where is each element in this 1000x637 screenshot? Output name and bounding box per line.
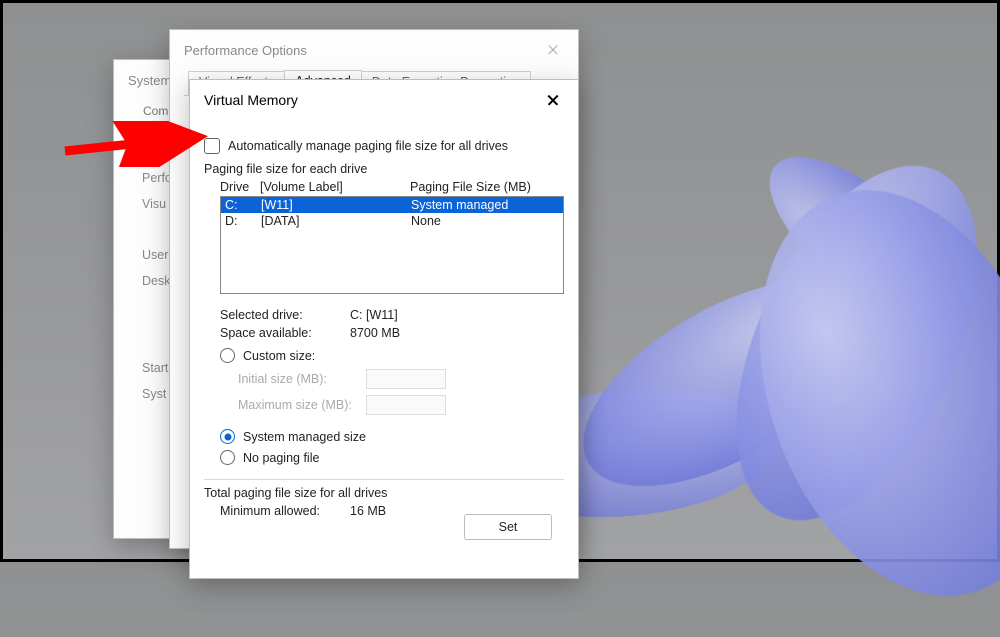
close-icon[interactable]	[538, 35, 568, 65]
space-available-value: 8700 MB	[350, 326, 564, 340]
custom-size-radio[interactable]	[220, 348, 235, 363]
space-available-label: Space available:	[220, 326, 350, 340]
min-allowed-label: Minimum allowed:	[220, 504, 350, 518]
maximum-size-label: Maximum size (MB):	[238, 398, 358, 412]
initial-size-input[interactable]	[366, 369, 446, 389]
set-button[interactable]: Set	[464, 514, 552, 540]
separator	[204, 479, 564, 480]
header-drive: Drive	[220, 180, 260, 194]
system-managed-label: System managed size	[243, 430, 366, 444]
custom-size-label: Custom size:	[243, 349, 315, 363]
drive-list-header: Drive [Volume Label] Paging File Size (M…	[220, 180, 564, 194]
drive-row-c[interactable]: C: [W11] System managed	[221, 197, 563, 213]
no-paging-label: No paging file	[243, 451, 319, 465]
selected-drive-label: Selected drive:	[220, 308, 350, 322]
window-title: Virtual Memory	[204, 92, 298, 108]
window-title: Performance Options	[184, 43, 307, 58]
drive-listbox[interactable]: C: [W11] System managed D: [DATA] None	[220, 196, 564, 294]
header-pfsize: Paging File Size (MB)	[410, 180, 564, 194]
maximum-size-input[interactable]	[366, 395, 446, 415]
auto-manage-label: Automatically manage paging file size fo…	[228, 139, 508, 153]
group-total: Total paging file size for all drives	[204, 486, 578, 500]
initial-size-label: Initial size (MB):	[238, 372, 358, 386]
system-managed-radio[interactable]	[220, 429, 235, 444]
selected-drive-value: C: [W11]	[350, 308, 564, 322]
auto-manage-checkbox[interactable]	[204, 138, 220, 154]
no-paging-radio[interactable]	[220, 450, 235, 465]
virtual-memory-dialog: Virtual Memory Automatically manage pagi…	[189, 79, 579, 579]
drive-row-d[interactable]: D: [DATA] None	[221, 213, 563, 229]
group-each-drive: Paging file size for each drive	[204, 162, 578, 176]
close-icon[interactable]	[538, 85, 568, 115]
header-volume: [Volume Label]	[260, 180, 410, 194]
